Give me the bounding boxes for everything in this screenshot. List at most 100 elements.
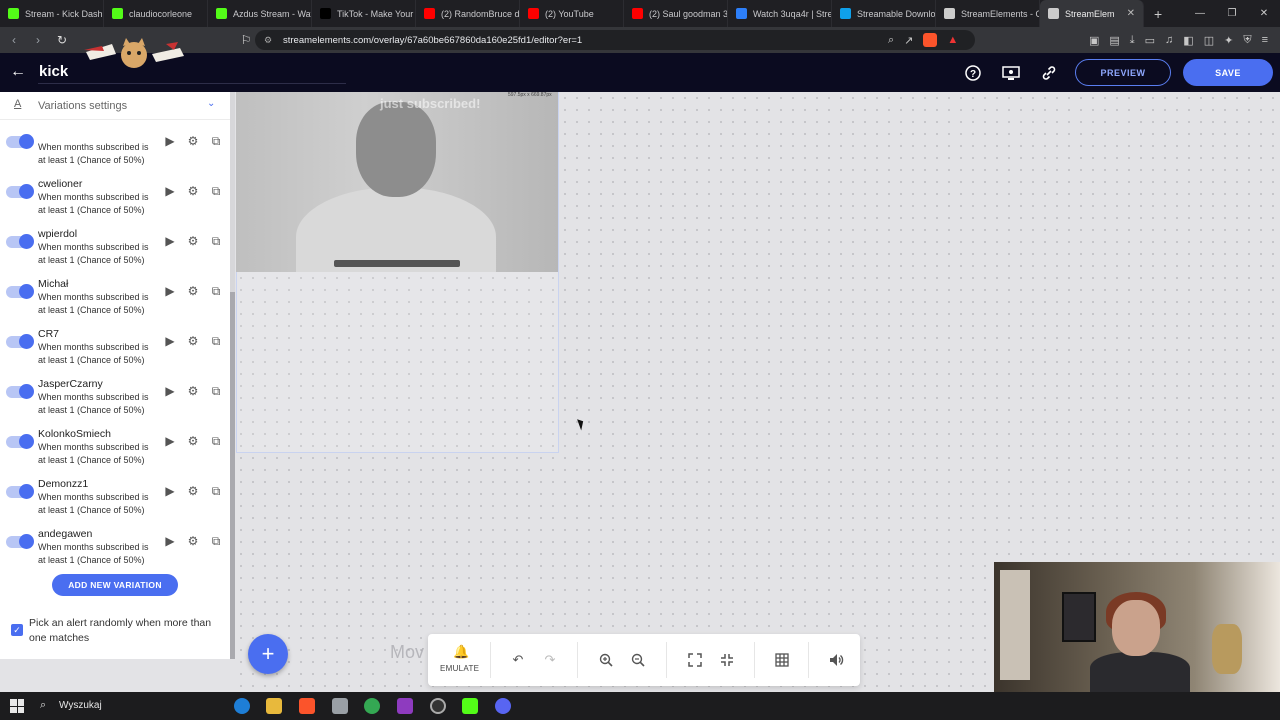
browser-tab[interactable]: claudiocorleone (104, 0, 208, 27)
variation-toggle[interactable] (6, 384, 34, 399)
download-icon[interactable]: ⤓ (1130, 34, 1135, 47)
gear-icon[interactable]: ⚙ (186, 184, 200, 198)
variation-row[interactable]: wpierdol When months subscribed is at lea… (0, 206, 230, 265)
browser-tab[interactable]: (2) YouTube (520, 0, 624, 27)
restore-icon[interactable]: ❐ (1216, 0, 1248, 27)
gear-icon[interactable]: ⚙ (186, 484, 200, 498)
sidebar-icon[interactable]: ◧ (1183, 34, 1193, 47)
variation-row[interactable]: Michał When months subscribed is at least… (0, 256, 230, 315)
grid-icon[interactable] (772, 650, 792, 670)
reload-icon[interactable]: ↻ (52, 30, 72, 50)
variation-toggle[interactable] (6, 484, 34, 499)
duplicate-icon[interactable]: ⧉ (209, 384, 223, 398)
taskbar-search-text[interactable]: Wyszukaj (59, 700, 102, 711)
variation-toggle[interactable] (6, 534, 34, 549)
browser-tab[interactable]: TikTok - Make Your (312, 0, 416, 27)
variation-row[interactable]: CR7 When months subscribed is at least 1 … (0, 306, 230, 365)
gear-icon[interactable]: ⚙ (186, 334, 200, 348)
variation-row[interactable]: andegawen When months subscribed is at le… (0, 506, 230, 565)
emulate-button[interactable]: 🔔 EMULATE (428, 634, 490, 686)
back-arrow-icon[interactable]: ← (10, 63, 26, 81)
browser-tab[interactable]: StreamElem ✕ (1040, 0, 1144, 27)
brave-shields-icon[interactable] (923, 33, 938, 47)
play-icon[interactable]: ▶ (163, 384, 177, 398)
volume-icon[interactable] (826, 650, 846, 670)
variation-row[interactable]: When months subscribed is at least 1 (Ch… (0, 106, 230, 165)
overlay-name[interactable]: kick (39, 63, 68, 80)
extension-icon-1[interactable]: ▣ (1089, 34, 1099, 47)
brave-icon[interactable] (299, 698, 315, 714)
duplicate-icon[interactable]: ⧉ (209, 334, 223, 348)
app-icon-6[interactable] (397, 698, 413, 714)
play-icon[interactable]: ▶ (163, 134, 177, 148)
undo-icon[interactable]: ↶ (508, 650, 528, 670)
zoom-out-icon[interactable] (628, 650, 648, 670)
app-icon-9[interactable] (495, 698, 511, 714)
ai-icon[interactable]: ✦ (1224, 34, 1233, 47)
link-icon[interactable] (1039, 63, 1059, 83)
extension-icon-2[interactable]: ▤ (1109, 34, 1119, 47)
kick-icon[interactable] (462, 698, 478, 714)
vpn-icon[interactable]: ⛨ (1243, 34, 1251, 47)
site-info-icon[interactable]: ⚙ (264, 35, 272, 46)
gear-icon[interactable]: ⚙ (186, 384, 200, 398)
brave-rewards-icon[interactable]: ▲ (947, 34, 958, 46)
duplicate-icon[interactable]: ⧉ (209, 284, 223, 298)
zoom-page-icon[interactable]: ⌕ (888, 34, 894, 47)
panel-scrollbar[interactable] (230, 92, 235, 659)
variation-toggle[interactable] (6, 184, 34, 199)
duplicate-icon[interactable]: ⧉ (209, 434, 223, 448)
variation-toggle[interactable] (6, 134, 34, 149)
back-nav-icon[interactable]: ‹ (4, 30, 24, 50)
duplicate-icon[interactable]: ⧉ (209, 534, 223, 548)
variation-toggle[interactable] (6, 284, 34, 299)
duplicate-icon[interactable]: ⧉ (209, 484, 223, 498)
play-icon[interactable]: ▶ (163, 334, 177, 348)
new-tab-icon[interactable]: + (1144, 0, 1172, 27)
obs-icon[interactable] (430, 698, 446, 714)
chrome-icon[interactable] (364, 698, 380, 714)
gear-icon[interactable]: ⚙ (186, 134, 200, 148)
wallet-icon[interactable]: ▭ (1145, 34, 1155, 47)
variation-toggle[interactable] (6, 234, 34, 249)
variation-row[interactable]: KolonkoSmiech When months subscribed is a… (0, 406, 230, 465)
app-icon-4[interactable] (332, 698, 348, 714)
redo-icon[interactable]: ↷ (540, 650, 560, 670)
play-icon[interactable]: ▶ (163, 434, 177, 448)
edge-icon[interactable] (234, 698, 250, 714)
browser-tab[interactable]: (2) RandomBruce d (416, 0, 520, 27)
minimize-icon[interactable]: — (1184, 0, 1216, 27)
taskbar-search-icon[interactable]: ⌕ (40, 699, 46, 712)
menu-icon[interactable]: ≡ (1262, 34, 1268, 46)
gear-icon[interactable]: ⚙ (186, 234, 200, 248)
browser-tab[interactable]: Streamable Downlo (832, 0, 936, 27)
gear-icon[interactable]: ⚙ (186, 434, 200, 448)
music-icon[interactable]: ♫ (1165, 34, 1173, 46)
zoom-in-icon[interactable] (596, 650, 616, 670)
bookmark-icon[interactable]: ⚐ (236, 30, 256, 50)
play-icon[interactable]: ▶ (163, 234, 177, 248)
close-window-icon[interactable]: ✕ (1248, 0, 1280, 27)
fit-screen-icon[interactable] (685, 650, 705, 670)
browser-tab[interactable]: StreamElements - O (936, 0, 1040, 27)
play-icon[interactable]: ▶ (163, 534, 177, 548)
add-new-variation-button[interactable]: ADD NEW VARIATION (52, 574, 178, 596)
duplicate-icon[interactable]: ⧉ (209, 234, 223, 248)
preview-button[interactable]: PREVIEW (1075, 59, 1171, 86)
forward-nav-icon[interactable]: › (28, 30, 48, 50)
shrink-icon[interactable] (717, 650, 737, 670)
variation-row[interactable]: cwelioner When months subscribed is at le… (0, 156, 230, 215)
variation-row[interactable]: Demonzz1 When months subscribed is at lea… (0, 456, 230, 515)
duplicate-icon[interactable]: ⧉ (209, 184, 223, 198)
variation-toggle[interactable] (6, 334, 34, 349)
url-field[interactable]: ⚙ streamelements.com/overlay/67a60be6678… (255, 30, 975, 50)
play-icon[interactable]: ▶ (163, 284, 177, 298)
browser-tab[interactable]: Azdus Stream - Wat (208, 0, 312, 27)
duplicate-icon[interactable]: ⧉ (209, 134, 223, 148)
save-button[interactable]: SAVE (1183, 59, 1273, 86)
browser-tab[interactable]: Watch 3uqa4r | Stre (728, 0, 832, 27)
panel-scrollbar-thumb[interactable] (230, 292, 235, 659)
variation-row[interactable]: JasperCzarny When months subscribed is at… (0, 356, 230, 415)
share-icon[interactable]: ↗ (904, 34, 913, 47)
screen-icon[interactable] (1001, 63, 1021, 83)
